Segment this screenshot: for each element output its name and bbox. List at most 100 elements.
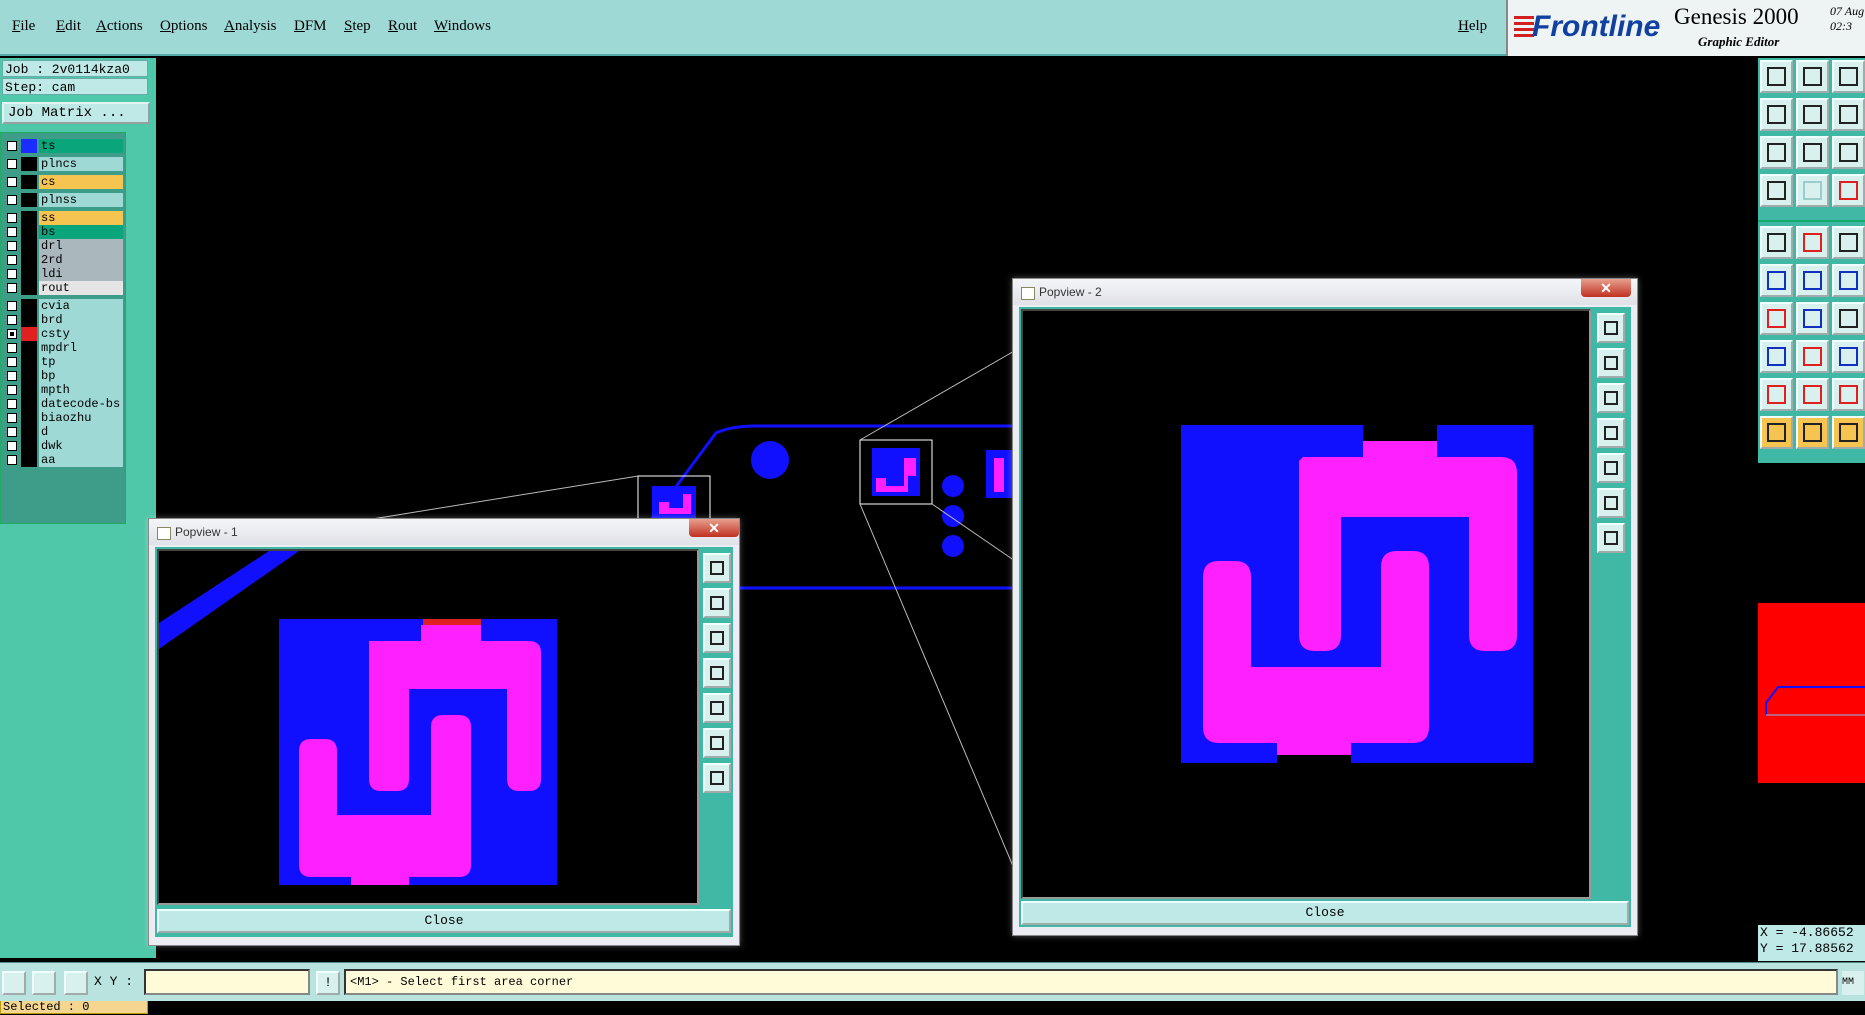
menu-analysis[interactable]: Analysis <box>224 18 277 35</box>
layer-row-2rd[interactable]: 2rd <box>5 253 123 267</box>
layer-row-rout[interactable]: rout <box>5 281 123 295</box>
line-icon[interactable] <box>1760 302 1793 335</box>
delete-icon[interactable] <box>1796 264 1829 297</box>
layer-checkbox[interactable] <box>7 213 17 223</box>
layer-icon[interactable] <box>1832 174 1865 207</box>
layer-row-ts[interactable]: ts <box>5 139 123 153</box>
fit-icon[interactable] <box>1760 136 1793 169</box>
fit-icon[interactable] <box>1597 488 1625 518</box>
close-icon[interactable]: ✕ <box>689 519 739 537</box>
fit-icon[interactable] <box>703 728 731 758</box>
layer-checkbox[interactable] <box>7 399 17 409</box>
layer-color-swatch[interactable] <box>21 253 37 267</box>
layer-checkbox[interactable] <box>7 301 17 311</box>
layer-checkbox[interactable] <box>7 141 17 151</box>
connect-icon[interactable] <box>1760 264 1793 297</box>
measure-icon[interactable] <box>1832 340 1865 373</box>
menu-rout[interactable]: Rout <box>388 18 417 35</box>
zoom-home-icon[interactable] <box>1597 348 1625 378</box>
units-button[interactable]: MM <box>1842 971 1864 995</box>
zoom-home-icon[interactable] <box>703 588 731 618</box>
layer-color-swatch[interactable] <box>21 327 37 341</box>
grid-icon[interactable] <box>1796 174 1829 207</box>
menu-step[interactable]: Step <box>344 18 371 35</box>
layer-row-d[interactable]: d <box>5 425 123 439</box>
layer-row-bp[interactable]: bp <box>5 369 123 383</box>
layer-checkbox[interactable] <box>7 315 17 325</box>
pan-right-icon[interactable] <box>1796 98 1829 131</box>
layer-row-ldi[interactable]: ldi <box>5 267 123 281</box>
layer-color-swatch[interactable] <box>21 193 37 207</box>
layer-row-aa[interactable]: aa <box>5 453 123 467</box>
layer-row-plnss[interactable]: plnss <box>5 193 123 207</box>
center-icon[interactable] <box>1597 523 1625 553</box>
layer-checkbox[interactable] <box>7 177 17 187</box>
layer-row-dwk[interactable]: dwk <box>5 439 123 453</box>
layer-row-plncs[interactable]: plncs <box>5 157 123 171</box>
select-icon[interactable] <box>1796 226 1829 259</box>
layer-color-swatch[interactable] <box>21 397 37 411</box>
menu-options[interactable]: Options <box>160 18 208 35</box>
measure-icon[interactable] <box>32 971 56 995</box>
triangle-text-icon[interactable] <box>1796 378 1829 411</box>
layer-color-swatch[interactable] <box>21 369 37 383</box>
layer-row-csty[interactable]: csty <box>5 327 123 341</box>
zoom-in-icon[interactable] <box>1796 60 1829 93</box>
layer-row-mpdrl[interactable]: mpdrl <box>5 341 123 355</box>
layer-row-ss[interactable]: ss <box>5 211 123 225</box>
menu-windows[interactable]: Windows <box>434 18 491 35</box>
layer-color-swatch[interactable] <box>21 281 37 295</box>
layer-checkbox[interactable] <box>7 427 17 437</box>
arc-icon[interactable] <box>1832 302 1865 335</box>
layer-checkbox[interactable] <box>7 255 17 265</box>
scale-icon[interactable] <box>1832 136 1865 169</box>
menu-actions[interactable]: Actions <box>96 18 143 35</box>
zoom-out-icon[interactable] <box>1597 383 1625 413</box>
menu-file[interactable]: File <box>12 18 35 35</box>
layer-color-swatch[interactable] <box>21 239 37 253</box>
layer-checkbox[interactable] <box>7 455 17 465</box>
pointer-select-icon[interactable] <box>1796 416 1829 449</box>
layer-checkbox[interactable] <box>7 195 17 205</box>
snapshot-icon[interactable] <box>1760 226 1793 259</box>
layer-checkbox[interactable] <box>7 413 17 423</box>
layer-color-swatch[interactable] <box>21 139 37 153</box>
layer-color-swatch[interactable] <box>21 313 37 327</box>
layer-color-swatch[interactable] <box>21 355 37 369</box>
zoom-out-icon[interactable] <box>703 623 731 653</box>
grid-icon[interactable] <box>64 971 88 995</box>
layer-color-swatch[interactable] <box>21 341 37 355</box>
layer-color-swatch[interactable] <box>21 225 37 239</box>
layer-checkbox[interactable] <box>7 227 17 237</box>
layer-row-bs[interactable]: bs <box>5 225 123 239</box>
xy-input[interactable] <box>144 969 310 995</box>
popview-2-window[interactable]: Popview - 2 ✕ Close <box>1012 278 1638 936</box>
pan-left-icon[interactable] <box>703 658 731 688</box>
pad-icon[interactable] <box>1760 340 1793 373</box>
popview-1-window[interactable]: Popview - 1 ✕ Close <box>148 518 740 946</box>
angle-icon[interactable] <box>1832 378 1865 411</box>
layer-checkbox[interactable] <box>7 159 17 169</box>
popview-2-canvas[interactable] <box>1021 309 1591 899</box>
layer-color-swatch[interactable] <box>21 411 37 425</box>
layer-checkbox[interactable] <box>7 371 17 381</box>
layer-row-brd[interactable]: brd <box>5 313 123 327</box>
pan-left-icon[interactable] <box>1597 418 1625 448</box>
layer-checkbox[interactable] <box>7 441 17 451</box>
layer-color-swatch[interactable] <box>21 439 37 453</box>
zoom-in-icon[interactable] <box>703 553 731 583</box>
pan-left-icon[interactable] <box>1760 98 1793 131</box>
zoom-in-icon[interactable] <box>1597 313 1625 343</box>
layer-row-datecode-bs[interactable]: datecode-bs <box>5 397 123 411</box>
settings-icon[interactable] <box>1760 174 1793 207</box>
layer-row-cs[interactable]: cs <box>5 175 123 189</box>
home-icon[interactable] <box>1832 60 1865 93</box>
bang-button[interactable]: ! <box>316 971 340 995</box>
pan-right-icon[interactable] <box>1597 453 1625 483</box>
layer-color-swatch[interactable] <box>21 175 37 189</box>
undo-view-icon[interactable] <box>1832 98 1865 131</box>
zoom-fit-icon[interactable] <box>1796 136 1829 169</box>
layer-checkbox[interactable] <box>7 343 17 353</box>
layer-checkbox[interactable] <box>7 283 17 293</box>
layer-checkbox[interactable] <box>7 241 17 251</box>
